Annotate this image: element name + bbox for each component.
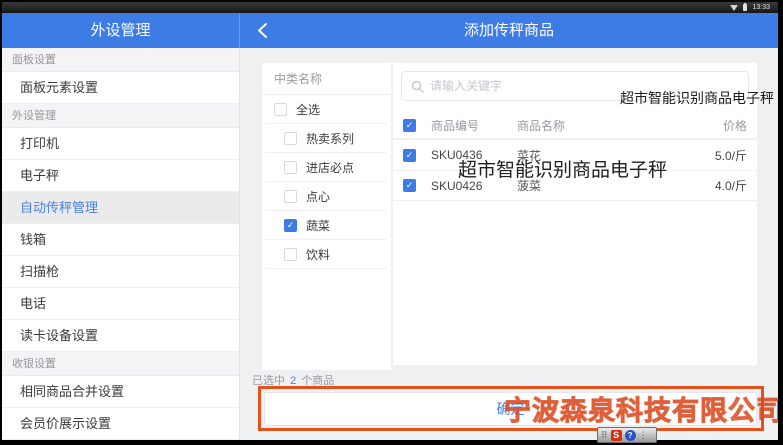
battery-icon bbox=[743, 4, 747, 11]
sidebar-section-panel-settings: 面板设置 bbox=[2, 48, 239, 72]
product-row[interactable]: SKU0426 菠菜 4.0/斤 bbox=[393, 170, 757, 201]
select-all-checkbox[interactable] bbox=[274, 103, 287, 116]
category-select-all-row[interactable]: 全选 bbox=[266, 95, 387, 124]
product-panel: 商品编号 商品名称 价格 SKU0436 菜花 5.0/斤 SKU0426 菠菜 bbox=[393, 63, 757, 365]
product-name: 菜花 bbox=[517, 147, 685, 164]
sidebar-item-phone[interactable]: 电话 bbox=[2, 288, 239, 320]
main-header: 添加传秤商品 bbox=[240, 13, 778, 48]
category-checkbox[interactable] bbox=[284, 219, 297, 232]
category-checkbox[interactable] bbox=[284, 132, 297, 145]
product-table: 商品编号 商品名称 价格 SKU0436 菜花 5.0/斤 SKU0426 菠菜 bbox=[393, 113, 757, 201]
category-row-hot-series[interactable]: 热卖系列 bbox=[266, 124, 387, 153]
sidebar-section-cashier-settings: 收银设置 bbox=[2, 352, 239, 376]
product-price: 5.0/斤 bbox=[685, 147, 747, 164]
column-header-price: 价格 bbox=[685, 117, 747, 134]
category-row-dimsum[interactable]: 点心 bbox=[266, 182, 387, 211]
category-checkbox[interactable] bbox=[284, 248, 297, 261]
android-status-bar: 13:33 bbox=[2, 2, 778, 13]
search-input[interactable] bbox=[430, 79, 739, 93]
tablet-screen: 13:33 外设管理 添加传秤商品 面板设置 面板元素设置 外设管理 打印机 电… bbox=[2, 2, 778, 440]
product-row[interactable]: SKU0436 菜花 5.0/斤 bbox=[393, 139, 757, 170]
category-row-drinks[interactable]: 饮料 bbox=[266, 240, 387, 269]
product-name: 菠菜 bbox=[517, 177, 685, 194]
more-dots-icon[interactable]: ⋮ bbox=[639, 431, 648, 440]
screenshot-stage: 13:33 外设管理 添加传秤商品 面板设置 面板元素设置 外设管理 打印机 电… bbox=[0, 0, 783, 445]
sidebar-section-peripherals: 外设管理 bbox=[2, 104, 239, 128]
select-all-products-checkbox[interactable] bbox=[403, 119, 416, 132]
product-id: SKU0426 bbox=[431, 179, 517, 193]
recorder-s-icon[interactable]: S bbox=[611, 430, 622, 441]
settings-sidebar: 面板设置 面板元素设置 外设管理 打印机 电子秤 自动传秤管理 钱箱 扫描枪 电… bbox=[2, 48, 240, 440]
selected-count-number: 2 bbox=[288, 375, 298, 387]
sidebar-item-member-price-display[interactable]: 会员价展示设置 bbox=[2, 408, 239, 440]
sidebar-item-card-reader-settings[interactable]: 读卡设备设置 bbox=[2, 320, 239, 352]
main-content: 中类名称 全选 热卖系列 进店必点 点心 bbox=[240, 48, 778, 440]
column-header-name: 商品名称 bbox=[517, 117, 685, 134]
category-row-must-order[interactable]: 进店必点 bbox=[266, 153, 387, 182]
product-checkbox[interactable] bbox=[403, 149, 416, 162]
category-label: 蔬菜 bbox=[306, 217, 330, 234]
help-icon[interactable]: ? bbox=[625, 430, 636, 441]
page-title: 添加传秤商品 bbox=[240, 13, 778, 48]
sidebar-item-printer[interactable]: 打印机 bbox=[2, 128, 239, 160]
product-id: SKU0436 bbox=[431, 148, 517, 162]
sidebar-item-auto-scale-management[interactable]: 自动传秤管理 bbox=[2, 192, 239, 224]
drag-grip-icon[interactable]: ⠿ bbox=[601, 431, 608, 440]
status-time: 13:33 bbox=[752, 2, 770, 13]
selected-count-prefix: 已选中 bbox=[252, 375, 285, 387]
category-checkbox[interactable] bbox=[284, 190, 297, 203]
category-label: 饮料 bbox=[306, 246, 330, 263]
sidebar-title: 外设管理 bbox=[2, 13, 240, 48]
category-label: 热卖系列 bbox=[306, 130, 354, 147]
category-panel: 中类名称 全选 热卖系列 进店必点 点心 bbox=[262, 63, 391, 370]
select-all-label: 全选 bbox=[296, 101, 320, 118]
category-panel-title: 中类名称 bbox=[262, 63, 391, 95]
product-checkbox[interactable] bbox=[403, 179, 416, 192]
product-table-header: 商品编号 商品名称 价格 bbox=[393, 113, 757, 139]
sidebar-item-panel-elements[interactable]: 面板元素设置 bbox=[2, 72, 239, 104]
sidebar-item-electronic-scale[interactable]: 电子秤 bbox=[2, 160, 239, 192]
product-price: 4.0/斤 bbox=[685, 177, 747, 194]
sidebar-item-cash-drawer[interactable]: 钱箱 bbox=[2, 224, 239, 256]
selected-count-line: 已选中 2 个商品 bbox=[252, 372, 334, 388]
recorder-toolbar[interactable]: ⠿ S ? ⋮ bbox=[597, 427, 657, 443]
app-bar: 外设管理 添加传秤商品 bbox=[2, 13, 778, 48]
confirm-button[interactable]: 确定 bbox=[264, 392, 757, 426]
selected-count-suffix: 个商品 bbox=[301, 375, 334, 387]
sidebar-item-merge-same-products[interactable]: 相同商品合并设置 bbox=[2, 376, 239, 408]
wifi-icon bbox=[730, 5, 738, 11]
search-box bbox=[401, 71, 749, 101]
sidebar-item-scanner-gun[interactable]: 扫描枪 bbox=[2, 256, 239, 288]
category-label: 点心 bbox=[306, 188, 330, 205]
search-icon bbox=[411, 80, 424, 93]
category-row-vegetables[interactable]: 蔬菜 bbox=[266, 211, 387, 240]
category-checkbox[interactable] bbox=[284, 161, 297, 174]
category-label: 进店必点 bbox=[306, 159, 354, 176]
column-header-id: 商品编号 bbox=[431, 117, 517, 134]
